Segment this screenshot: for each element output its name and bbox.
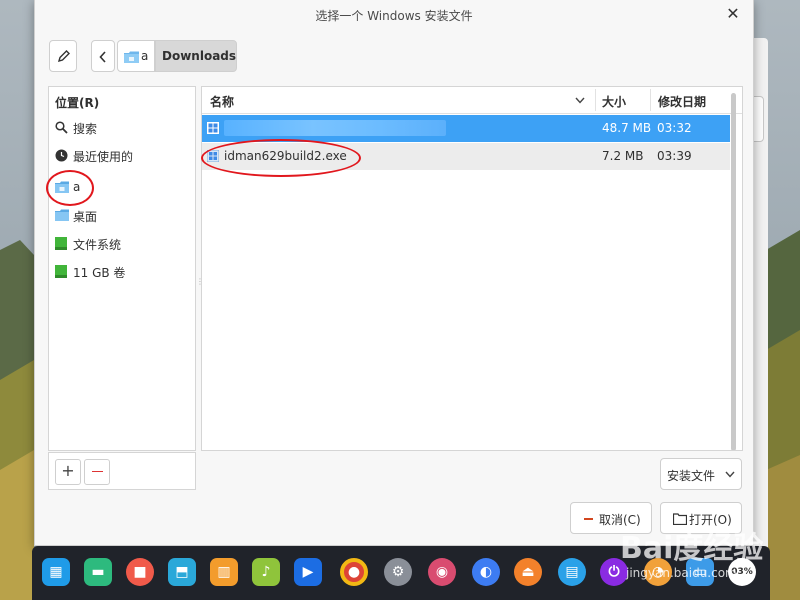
drive-icon: [55, 265, 67, 278]
breadcrumb-downloads[interactable]: Downloads: [155, 40, 237, 72]
file-type-filter[interactable]: 安装文件: [660, 458, 742, 490]
titlebar[interactable]: 选择一个 Windows 安装文件 ✕: [35, 0, 753, 30]
sidebar-item-label: 最近使用的: [73, 150, 134, 164]
breadcrumb-downloads-label: Downloads: [162, 49, 237, 63]
sidebar-item-label: 搜索: [73, 122, 98, 136]
annotation-circle-file: [201, 139, 361, 177]
breadcrumb-home-label: a: [141, 49, 149, 63]
launcher-icon[interactable]: ▦: [42, 558, 70, 586]
file-modified: 03:39: [657, 149, 692, 163]
file-size: 48.7 MB: [602, 121, 652, 135]
close-icon: ✕: [726, 4, 740, 23]
add-bookmark-button[interactable]: +: [55, 459, 81, 485]
browser-icon[interactable]: ◐: [472, 558, 500, 586]
breadcrumb-home[interactable]: a: [117, 40, 155, 72]
column-header-modified[interactable]: 修改日期: [658, 93, 706, 110]
sidebar-item-label: 11 GB 卷: [73, 266, 126, 280]
column-divider: [650, 89, 651, 111]
redacted-file-name: [224, 120, 446, 136]
plus-icon: +: [61, 461, 75, 480]
file-size: 7.2 MB: [602, 149, 644, 163]
file-list-header: 名称 大小 修改日期: [202, 87, 742, 114]
sidebar-item-desktop[interactable]: 桌面: [49, 203, 195, 229]
clock-icon: [55, 149, 68, 162]
terminal-icon[interactable]: ▬: [84, 558, 112, 586]
edit-location-button[interactable]: [49, 40, 77, 72]
sidebar-item-search[interactable]: 搜索: [49, 115, 195, 141]
chrome-icon[interactable]: ●: [340, 558, 368, 586]
watermark-url: jingyan.baidu.com: [626, 566, 737, 580]
sidebar-toolbar: +: [48, 452, 196, 490]
screen-recorder-icon[interactable]: ■: [126, 558, 154, 586]
video-icon[interactable]: ▶: [294, 558, 322, 586]
file-type-filter-value: 安装文件: [667, 469, 716, 483]
close-button[interactable]: ✕: [723, 4, 743, 24]
chevron-down-icon: [725, 471, 735, 478]
eject-icon[interactable]: ⏏: [514, 558, 542, 586]
music-icon[interactable]: ♪: [252, 558, 280, 586]
column-header-name[interactable]: 名称: [210, 93, 234, 110]
pane-splitter-handle[interactable]: ⋮: [196, 278, 204, 294]
annotation-circle-home: [46, 170, 94, 206]
sidebar-item-recent[interactable]: 最近使用的: [49, 143, 195, 169]
sidebar-item-label: 桌面: [73, 210, 98, 224]
app-store-icon[interactable]: ⬒: [168, 558, 196, 586]
minus-icon: [92, 471, 103, 472]
windows-exe-icon: [207, 122, 219, 134]
column-divider: [595, 89, 596, 111]
chevron-down-icon[interactable]: [575, 97, 585, 104]
file-row-selected[interactable]: 48.7 MB 03:32: [202, 115, 730, 142]
watermark: Bai度经验: [620, 531, 764, 566]
settings-icon[interactable]: ⚙: [384, 558, 412, 586]
drive-icon: [55, 237, 67, 250]
sidebar-item-label: 文件系统: [73, 238, 122, 252]
vertical-scrollbar[interactable]: [731, 93, 736, 450]
archive-icon[interactable]: ▥: [210, 558, 238, 586]
file-modified: 03:32: [657, 121, 692, 135]
places-sidebar: 位置(R) 搜索 最近使用的 a 桌面 文件系统 11 GB 卷: [48, 86, 196, 451]
back-button[interactable]: [91, 40, 115, 72]
cancel-icon: [584, 518, 593, 520]
dialog-title: 选择一个 Windows 安装文件: [315, 9, 473, 23]
sidebar-item-volume[interactable]: 11 GB 卷: [49, 259, 195, 285]
capture-icon[interactable]: ◉: [428, 558, 456, 586]
home-folder-icon: [124, 51, 139, 63]
desktop-folder-icon: [55, 209, 69, 221]
pencil-icon: [57, 50, 70, 63]
places-header: 位置(R): [55, 96, 100, 110]
search-icon: [55, 121, 68, 134]
chevron-left-icon: [99, 51, 106, 63]
column-header-size[interactable]: 大小: [602, 93, 626, 110]
sidebar-item-filesystem[interactable]: 文件系统: [49, 231, 195, 257]
file-chooser-dialog: 选择一个 Windows 安装文件 ✕ a Downloads 位置(R) 搜索…: [34, 0, 754, 546]
remove-bookmark-button[interactable]: [84, 459, 110, 485]
keyboard-icon[interactable]: ▤: [558, 558, 586, 586]
